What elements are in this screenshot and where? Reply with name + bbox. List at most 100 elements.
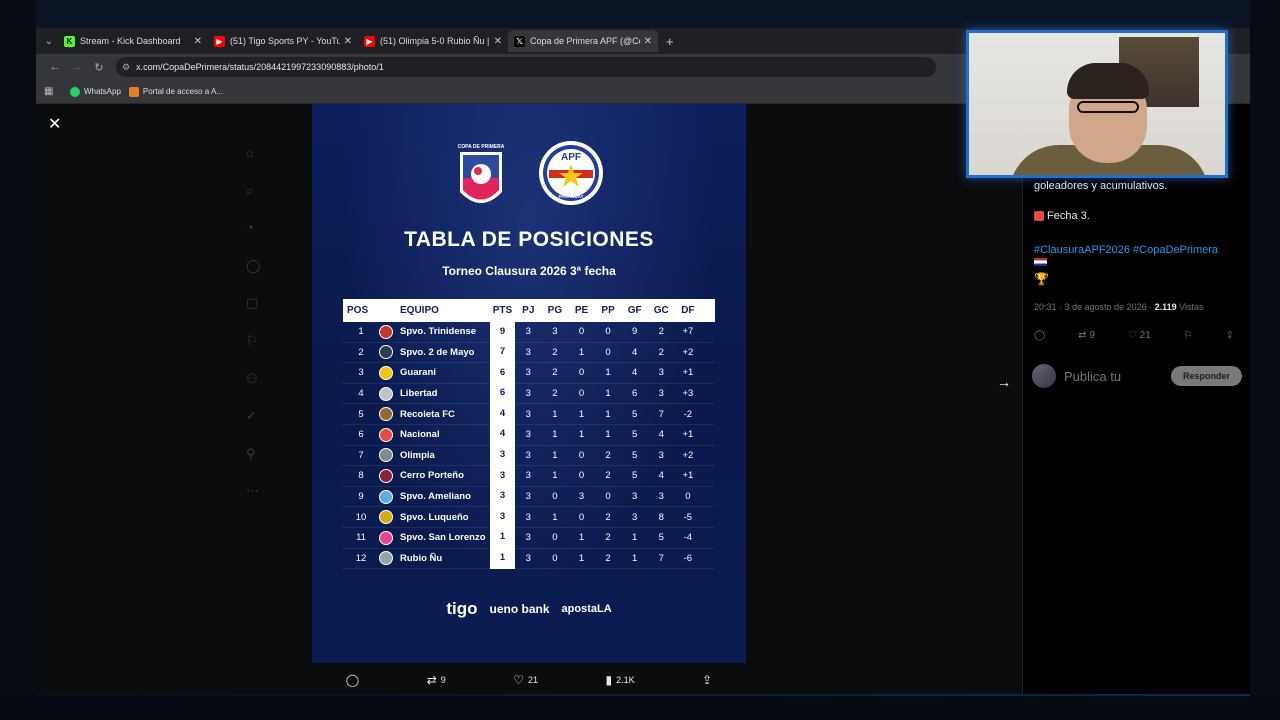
reply-button[interactable]: ◯ <box>346 673 359 687</box>
back-icon[interactable]: ← <box>44 61 66 73</box>
team-name: Spvo. Trinidense <box>400 326 477 338</box>
tab-close-icon[interactable]: ✕ <box>644 36 652 47</box>
row-pp: 0 <box>605 326 611 338</box>
row-team: Spvo. Ameliano <box>379 489 490 504</box>
tweet-hashtags[interactable]: #ClausuraAPF2026 #CopaDePrimera <box>1034 244 1218 256</box>
x-icon: 𝕏 <box>514 35 525 47</box>
table-row: 2 Spvo. 2 de Mayo 7 3 2 1 0 4 2 +2 <box>343 342 715 364</box>
views-button[interactable]: ▮ 2.1K <box>606 673 635 687</box>
row-pe: 1 <box>578 532 585 544</box>
url-field[interactable]: ⚙ x.com/CopaDePrimera/status/20844219972… <box>116 57 936 77</box>
bookmark-portal[interactable]: Portal de acceso a A... <box>128 86 223 97</box>
new-tab-icon[interactable]: + <box>666 34 674 49</box>
retweet-icon: ⇄ <box>426 673 437 687</box>
retweet-button[interactable]: ⇄ 9 <box>427 673 446 687</box>
row-pos: 3 <box>358 367 364 379</box>
row-df: +3 <box>682 388 694 400</box>
row-gc: 3 <box>658 449 664 461</box>
share-button[interactable]: ⇪ <box>702 673 712 687</box>
table-row: 9 Spvo. Ameliano 3 3 0 3 0 3 3 0 <box>343 486 715 508</box>
row-pe: 1 <box>578 552 585 564</box>
tab-close-icon[interactable]: ✕ <box>494 36 502 47</box>
apps-grid-icon[interactable]: ▦ <box>44 86 62 97</box>
grok-icon: ▢ <box>246 295 259 311</box>
row-pg: 1 <box>552 511 558 523</box>
webcam-person-hair <box>1067 63 1149 99</box>
tab-close-icon[interactable]: ✕ <box>344 36 352 47</box>
row-df: -4 <box>683 532 693 544</box>
tweet-like-button[interactable]: ♡ 21 <box>1128 330 1151 341</box>
home-icon: ⌂ <box>246 145 254 160</box>
row-pos: 2 <box>358 346 364 358</box>
row-pts: 1 <box>490 548 515 569</box>
retweet-count: 9 <box>440 675 446 685</box>
url-text: x.com/CopaDePrimera/status/2084421997233… <box>136 62 384 72</box>
tweet-reply-icon[interactable]: ◯ <box>1034 330 1045 341</box>
close-icon[interactable]: ✕ <box>48 114 61 134</box>
sponsor-ueno: ueno bank <box>489 602 550 616</box>
browser-tab[interactable]: ▶ (51) Olimpia 5-0 Rubio Ñu | Fe ✕ <box>358 30 508 52</box>
youtube-icon: ▶ <box>364 35 375 47</box>
row-gf: 6 <box>632 388 638 400</box>
team-crest-icon <box>379 407 393 422</box>
row-pp: 1 <box>605 367 611 379</box>
copa-de-primera-logo: COPA DE PRIMERA <box>458 144 505 203</box>
row-pos: 7 <box>358 449 364 461</box>
browser-tab[interactable]: ▶ (51) Tigo Sports PY - YouTube ✕ <box>208 30 358 52</box>
row-team: Spvo. San Lorenzo <box>379 530 490 545</box>
row-team: Libertad <box>379 386 490 401</box>
row-pts: 3 <box>490 465 515 487</box>
browser-tab[interactable]: 𝕏 Copa de Primera APF (@CopaD ✕ <box>508 30 658 52</box>
site-info-icon[interactable]: ⚙ <box>122 62 130 73</box>
table-row: 12 Rubio Ñu 1 3 0 1 2 1 7 -6 <box>343 548 715 570</box>
tweet-share-icon[interactable]: ⇪ <box>1226 330 1234 341</box>
tweet-time: 20:31 · 3 de agosto de 2026 · <box>1034 302 1155 312</box>
tab-list: K Stream - Kick Dashboard ✕ ▶ (51) Tigo Spor… <box>58 30 658 52</box>
tweet-bookmark-icon[interactable]: ⚐ <box>1184 330 1193 341</box>
team-name: Nacional <box>400 429 440 441</box>
browser-tab[interactable]: K Stream - Kick Dashboard ✕ <box>58 30 208 52</box>
tweet-retweet-count: 9 <box>1089 330 1095 341</box>
kick-icon: K <box>64 35 75 47</box>
reply-input[interactable]: Publica tu <box>1064 369 1121 384</box>
row-pp: 2 <box>605 449 611 461</box>
row-pj: 3 <box>525 532 531 544</box>
tweet-retweet-button[interactable]: ⇄ 9 <box>1078 330 1095 341</box>
header-team: EQUIPO <box>400 305 439 316</box>
row-pg: 2 <box>552 346 558 358</box>
row-pj: 3 <box>525 346 531 358</box>
row-gf: 9 <box>632 326 638 338</box>
row-pj: 3 <box>525 367 531 379</box>
bookmark-whatsapp[interactable]: WhatsApp <box>70 86 121 97</box>
row-gc: 3 <box>658 491 664 503</box>
row-pts: 3 <box>490 445 515 466</box>
tab-title: Copa de Primera APF (@CopaD <box>530 36 640 46</box>
logos-row: COPA DE PRIMERA APF PARAGUAY <box>312 140 746 214</box>
row-team: Spvo. Luqueño <box>379 510 490 525</box>
next-photo-icon[interactable]: → <box>997 374 1011 390</box>
avatar <box>1032 364 1056 388</box>
tab-title: (51) Tigo Sports PY - YouTube <box>230 36 340 46</box>
row-df: +1 <box>682 470 694 482</box>
reload-icon[interactable]: ↻ <box>88 61 110 74</box>
frame-bottom <box>0 696 1280 720</box>
tab-title: Stream - Kick Dashboard <box>80 36 181 46</box>
tab-close-icon[interactable]: ✕ <box>194 36 202 47</box>
standings-graphic[interactable]: COPA DE PRIMERA APF PARAGUAY TABLA DE PO… <box>312 104 746 663</box>
row-pos: 6 <box>358 429 364 441</box>
row-gf: 4 <box>632 346 638 358</box>
row-gc: 5 <box>658 532 664 544</box>
team-crest-icon <box>379 489 393 504</box>
standings-table: POS EQUIPO PTS PJ PG PE PP GF GC DF 1 Spv… <box>343 299 715 570</box>
graphic-title: TABLA DE POSICIONES <box>404 228 654 251</box>
row-df: +2 <box>682 346 694 358</box>
tab-search-icon[interactable]: ⌄ <box>40 36 58 47</box>
row-df: +1 <box>682 429 694 441</box>
frame-top <box>0 0 1280 28</box>
like-button[interactable]: ♡ 21 <box>513 673 538 687</box>
apf-logo: APF PARAGUAY <box>539 141 603 205</box>
reply-submit-button[interactable]: Responder <box>1170 366 1242 386</box>
row-pos: 4 <box>358 388 364 400</box>
row-gf: 1 <box>632 552 638 564</box>
forward-icon[interactable]: → <box>66 61 88 73</box>
